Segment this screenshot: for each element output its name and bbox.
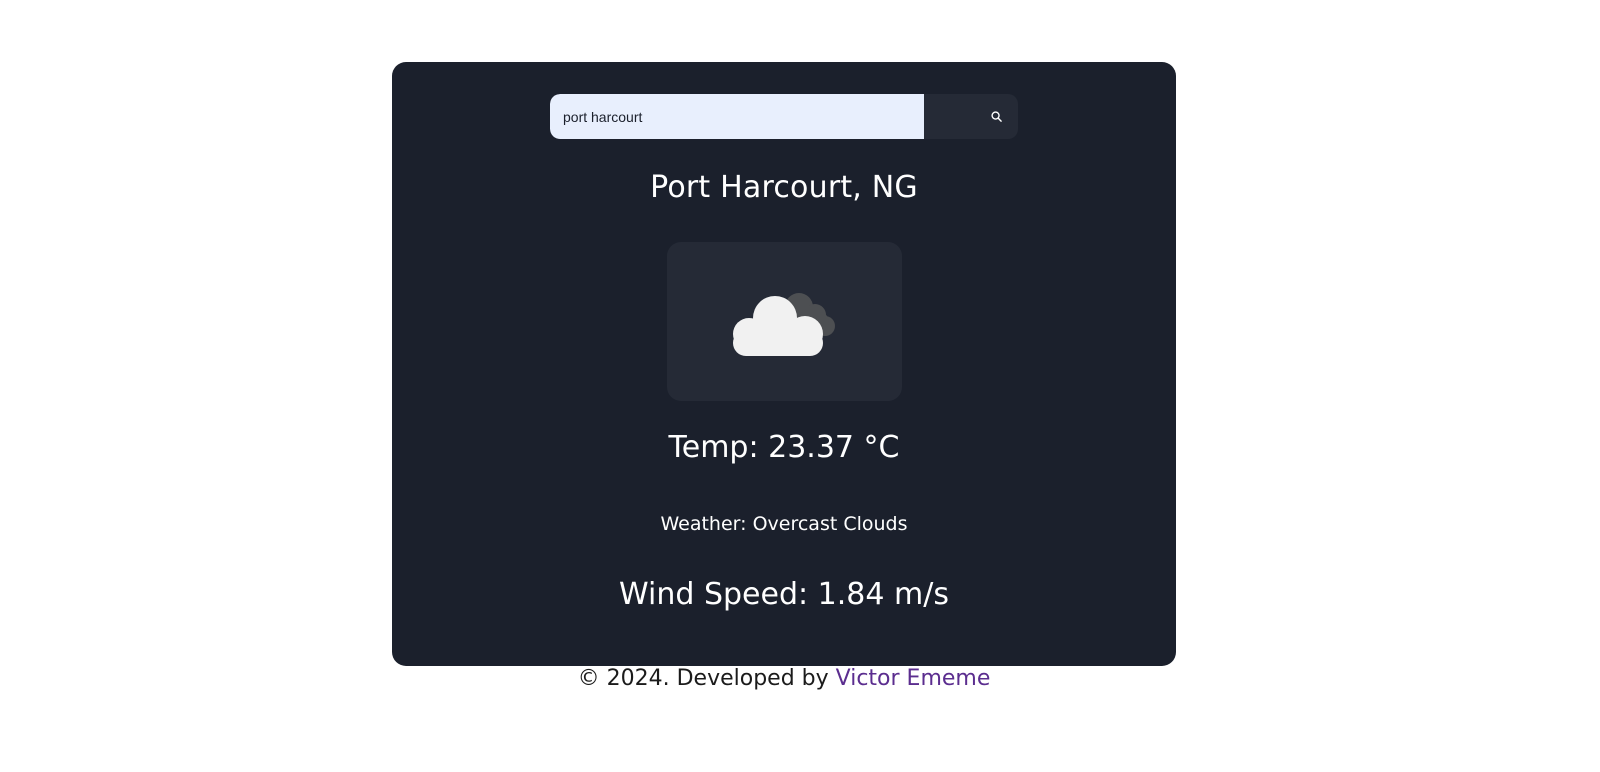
overcast-clouds-icon xyxy=(733,293,835,356)
weather-condition: Weather: Overcast Clouds xyxy=(660,513,908,535)
author-link[interactable]: Victor Ememe xyxy=(836,666,991,691)
temperature: Temp: 23.37 °C xyxy=(668,430,900,465)
footer: © 2024. Developed by Victor Ememe xyxy=(0,666,1568,691)
search-input[interactable] xyxy=(550,94,924,139)
wind-speed: Wind Speed: 1.84 m/s xyxy=(619,577,949,612)
city-name: Port Harcourt, NG xyxy=(650,170,918,205)
search-button[interactable] xyxy=(924,94,1018,139)
search-icon xyxy=(991,111,1002,122)
footer-copyright: © 2024. Developed by xyxy=(577,666,836,691)
weather-icon-panel xyxy=(667,242,902,401)
weather-card: Port Harcourt, NG Temp: 23.37 °C Weather… xyxy=(392,62,1176,666)
search-bar xyxy=(550,94,1018,139)
